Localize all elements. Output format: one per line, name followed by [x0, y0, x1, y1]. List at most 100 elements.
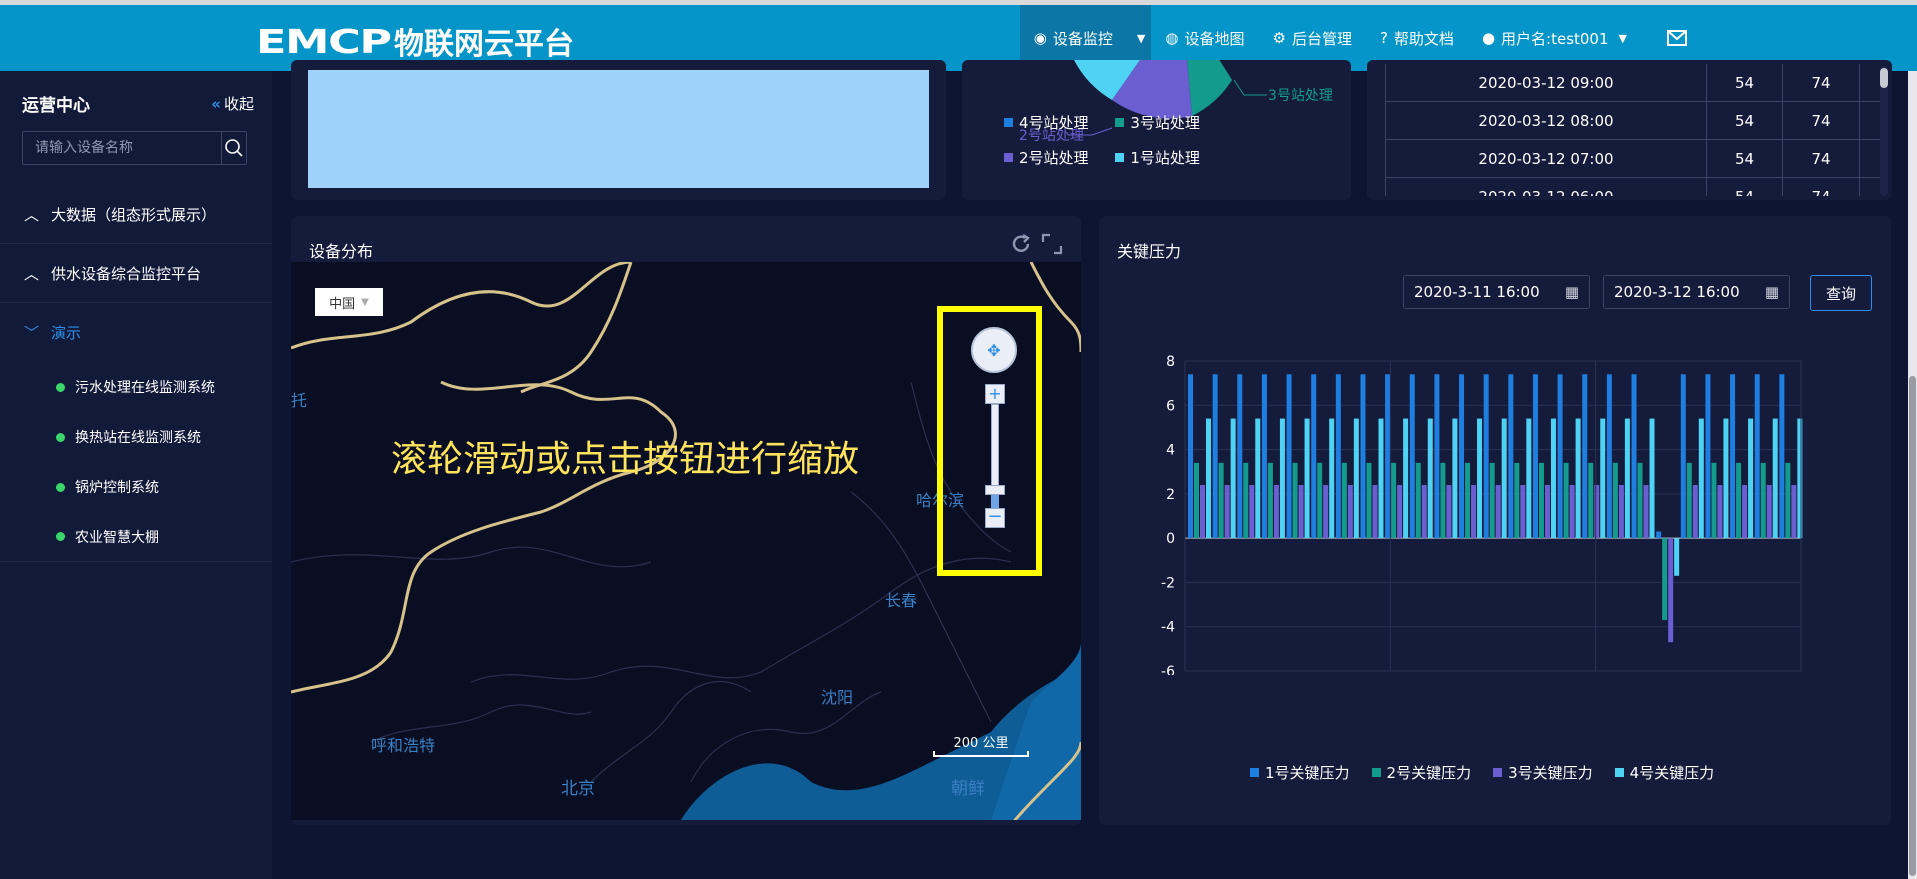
legend-item[interactable]: 1号站处理 — [1115, 147, 1200, 168]
bar — [1526, 418, 1532, 539]
bar — [1440, 462, 1446, 539]
help-icon: ? — [1379, 29, 1388, 47]
legend-item[interactable]: 3号关键压力 — [1493, 762, 1593, 783]
legend-label: 4号关键压力 — [1629, 764, 1715, 782]
legend-label: 3号站处理 — [1130, 114, 1200, 132]
bar — [1218, 462, 1224, 539]
bar — [1680, 374, 1686, 539]
chevron-up-icon: ︿ — [24, 205, 40, 224]
legend-item[interactable]: 2号站处理 — [1004, 147, 1089, 168]
sidebar-item-sewage[interactable]: 污水处理在线监测系统 — [0, 362, 272, 412]
pressure-chart: 86420-2-4-62020-03-11 16:002020-03-11 23… — [1161, 354, 1803, 675]
chevron-down-icon[interactable]: ▼ — [1137, 32, 1145, 45]
legend-item[interactable]: 1号关键压力 — [1250, 762, 1350, 783]
bar — [1785, 462, 1791, 539]
pressure-legend: 1号关键压力 2号关键压力 3号关键压力 4号关键压力 — [1250, 762, 1714, 783]
search-input[interactable] — [23, 132, 221, 164]
bar — [1385, 374, 1391, 539]
top-left-panel — [291, 60, 946, 200]
start-date-input[interactable]: 2020-3-11 16:00 ▦ — [1403, 275, 1590, 309]
fullscreen-icon[interactable] — [1041, 233, 1063, 255]
bar — [1705, 374, 1711, 539]
bar — [1674, 538, 1680, 576]
bar — [1730, 374, 1736, 539]
table-row: 2020-03-12 09:00 54 74 — [1385, 64, 1880, 102]
bar — [1255, 418, 1261, 539]
menu-group-demo[interactable]: ﹀ 演示 — [0, 303, 272, 362]
user-icon: ● — [1481, 29, 1496, 47]
bar — [1347, 485, 1353, 539]
bar — [1188, 374, 1193, 539]
legend-swatch — [1115, 153, 1125, 162]
bar — [1600, 418, 1606, 539]
query-button[interactable]: 查询 — [1810, 275, 1872, 311]
legend-item[interactable]: 3号站处理 — [1115, 112, 1200, 133]
bar — [1200, 485, 1205, 539]
legend-swatch — [1250, 768, 1259, 777]
bar — [1452, 418, 1458, 539]
menu-group-bigdata[interactable]: ︿ 大数据（组态形式展示） — [0, 185, 272, 244]
scrollbar-thumb[interactable] — [1880, 68, 1888, 88]
table-scrollbar[interactable] — [1880, 66, 1888, 196]
bar — [1550, 418, 1556, 539]
sidebar-item-greenhouse[interactable]: 农业智慧大棚 — [0, 512, 272, 562]
end-date-input[interactable]: 2020-3-12 16:00 ▦ — [1603, 275, 1790, 309]
collapse-button[interactable]: «收起 — [211, 93, 254, 114]
refresh-icon[interactable] — [1010, 233, 1032, 255]
bar — [1594, 485, 1600, 539]
calendar-icon[interactable]: ▦ — [1765, 283, 1779, 301]
bar — [1748, 418, 1754, 539]
bar — [1588, 462, 1594, 539]
page-scrollbar[interactable] — [1908, 71, 1917, 879]
logo-text: 物联网云平台 — [394, 27, 574, 62]
legend-item[interactable]: 4号站处理 — [1004, 112, 1089, 133]
sidebar-item-heat-station[interactable]: 换热站在线监测系统 — [0, 412, 272, 462]
legend-label: 1号站处理 — [1130, 149, 1200, 167]
legend-item[interactable]: 2号关键压力 — [1371, 762, 1471, 783]
map-panel-title: 设备分布 — [309, 242, 374, 261]
bar — [1612, 462, 1618, 539]
scrollbar-thumb[interactable] — [1909, 376, 1916, 876]
bar — [1742, 485, 1748, 539]
bar — [1575, 418, 1581, 539]
zoom-hint: 滚轮滑动或点击按钮进行缩放 — [391, 439, 860, 480]
scale-label: 200 公里 — [953, 736, 1009, 751]
sub-label: 锅炉控制系统 — [75, 480, 159, 496]
bar — [1434, 374, 1440, 539]
table-row: 2020-03-12 08:00 54 74 — [1385, 102, 1880, 140]
zoom-highlight-box — [937, 306, 1042, 576]
bar — [1563, 462, 1569, 539]
search-button[interactable] — [221, 132, 246, 164]
bar — [1249, 485, 1255, 539]
y-tick-label: 4 — [1166, 443, 1175, 459]
legend-swatch — [1115, 118, 1125, 127]
bar — [1391, 462, 1397, 539]
search-icon — [225, 139, 243, 157]
logo[interactable]: EMCP 物联网云平台 — [256, 21, 574, 63]
sidebar-menu: ︿ 大数据（组态形式展示） ︿ 供水设备综合监控平台 ﹀ 演示 污水处理在线监测系统 … — [0, 185, 272, 562]
nav-label: 设备地图 — [1184, 29, 1245, 48]
end-date-value: 2020-3-12 16:00 — [1614, 283, 1740, 301]
bar — [1668, 538, 1674, 643]
bar — [1298, 485, 1304, 539]
bar — [1446, 485, 1452, 539]
nav-label: 设备监控 — [1052, 29, 1113, 48]
legend-swatch — [1004, 153, 1013, 162]
country-select[interactable]: 中国 ▼ — [315, 288, 383, 316]
map-label-tuo: 托 — [291, 391, 308, 410]
bar — [1736, 462, 1742, 539]
bar — [1624, 418, 1630, 539]
sidebar-item-boiler[interactable]: 锅炉控制系统 — [0, 462, 272, 512]
cell-a: 54 — [1707, 102, 1783, 139]
bar — [1421, 485, 1427, 539]
collapse-label: 收起 — [223, 95, 254, 113]
globe-icon: ◍ — [1165, 29, 1179, 47]
calendar-icon[interactable]: ▦ — [1565, 283, 1579, 301]
data-table: 2020-03-12 09:00 54 74 2020-03-12 08:00 54 7… — [1385, 64, 1880, 196]
legend-swatch — [1004, 118, 1013, 127]
menu-group-water-supply[interactable]: ︿ 供水设备综合监控平台 — [0, 244, 272, 303]
legend-item[interactable]: 4号关键压力 — [1614, 762, 1715, 783]
bar — [1662, 538, 1668, 621]
bar — [1286, 374, 1292, 539]
sidebar: 运营中心 «收起 ︿ 大数据（组态形式展示） ︿ 供水设备综合监控平台 ﹀ 演示 污水… — [0, 71, 272, 879]
